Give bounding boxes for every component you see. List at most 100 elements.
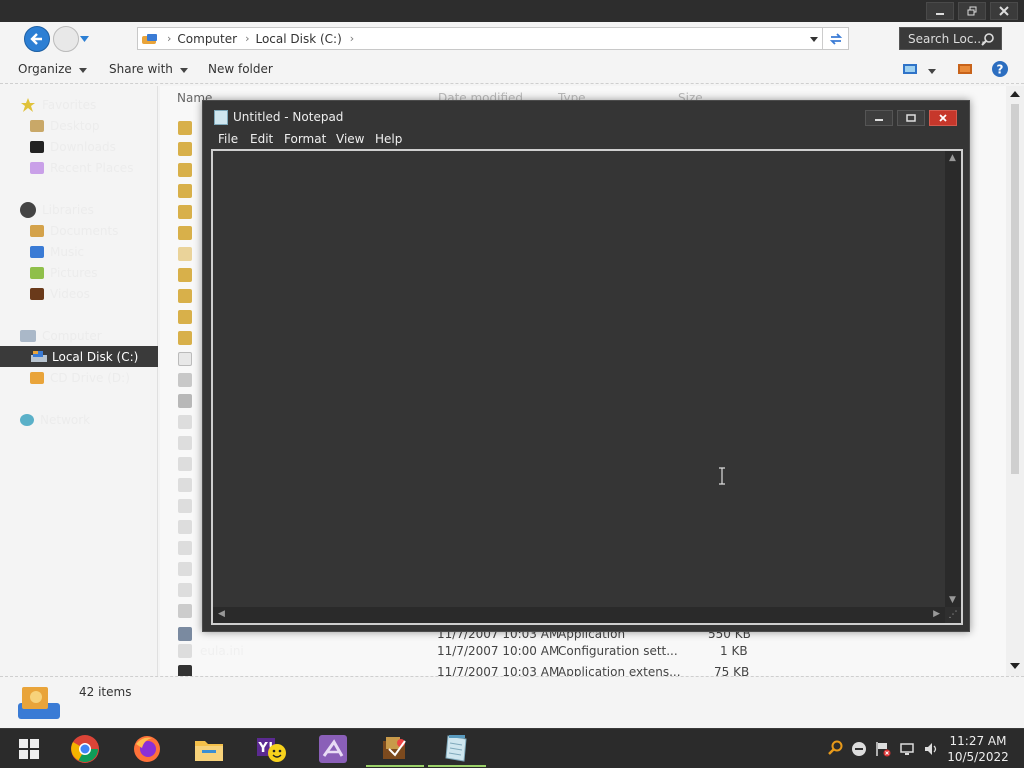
scrollbar-thumb[interactable] (1011, 104, 1019, 474)
scroll-up-icon[interactable]: ▲ (949, 153, 956, 163)
tray-action-center[interactable] (875, 741, 891, 761)
notepad-vertical-scrollbar[interactable]: ▲ ▼ (945, 151, 961, 607)
organize-button[interactable]: Organize (18, 62, 87, 76)
explorer-minimize-button[interactable] (926, 2, 954, 20)
start-button[interactable] (0, 731, 58, 767)
tray-search-app[interactable] (827, 740, 843, 760)
file-name: eula.ini (200, 644, 244, 658)
nav-documents[interactable]: Documents (0, 220, 158, 241)
refresh-icon[interactable] (828, 32, 844, 46)
taskbar-notepad[interactable] (428, 731, 486, 767)
notepad-icon (214, 110, 228, 125)
settings-file-icon (178, 499, 192, 513)
scroll-left-icon[interactable]: ◀ (218, 609, 225, 619)
notepad-close-button[interactable] (929, 110, 957, 126)
installer-icon (383, 737, 406, 759)
nav-label: Recent Places (50, 160, 134, 175)
explorer-close-button[interactable] (990, 2, 1018, 20)
nav-label: Desktop (50, 118, 100, 133)
chrome-icon (71, 735, 99, 763)
taskbar-chrome[interactable] (56, 731, 114, 767)
nav-desktop[interactable]: Desktop (0, 115, 158, 136)
nav-computer[interactable]: Computer (0, 325, 158, 346)
notepad-icon (445, 735, 467, 762)
notepad-window[interactable]: Untitled - Notepad File Edit Format View… (202, 100, 970, 632)
nav-downloads[interactable]: Downloads (0, 136, 158, 157)
share-with-button[interactable]: Share with (109, 62, 188, 76)
taskbar-installer-app[interactable] (366, 731, 424, 767)
table-row[interactable]: eula.ini 11/7/2007 10:00 AM Configuratio… (160, 641, 1006, 661)
tray-network[interactable] (899, 741, 915, 761)
new-folder-button[interactable]: New folder (208, 62, 273, 76)
menu-edit[interactable]: Edit (250, 132, 273, 146)
nav-music[interactable]: Music (0, 241, 158, 262)
scroll-down-icon[interactable]: ▼ (949, 595, 956, 605)
music-icon (30, 245, 44, 258)
file-list-scrollbar[interactable] (1006, 86, 1024, 676)
pictures-icon (30, 266, 44, 279)
back-button[interactable] (24, 26, 50, 52)
menu-help[interactable]: Help (375, 132, 402, 146)
notepad-horizontal-scrollbar[interactable]: ◀ ▶ (213, 607, 945, 623)
help-icon: ? (992, 61, 1008, 77)
status-bar: 42 items (0, 676, 1024, 728)
nav-pictures[interactable]: Pictures (0, 262, 158, 283)
notepad-minimize-button[interactable] (865, 110, 893, 126)
restore-icon (967, 6, 977, 16)
notepad-text-area[interactable]: ▲ ▼ ◀ ▶ ⋰ (211, 149, 963, 625)
settings-file-icon (178, 541, 192, 555)
notepad-menubar: File Edit Format View Help (211, 129, 963, 149)
settings-file-icon (178, 604, 192, 618)
search-input[interactable]: Search Loc... (899, 27, 1002, 50)
chevron-down-icon[interactable] (80, 36, 89, 42)
preview-pane-button[interactable] (957, 62, 973, 79)
menu-format[interactable]: Format (284, 132, 326, 146)
taskbar-clock[interactable]: 11:27 AM 10/5/2022 (940, 733, 1016, 765)
notepad-maximize-button[interactable] (897, 110, 925, 126)
help-button[interactable]: ? (991, 60, 1009, 81)
nav-videos[interactable]: Videos (0, 283, 158, 304)
address-bar[interactable]: › Computer › Local Disk (C:) › (137, 27, 849, 50)
taskbar-file-explorer[interactable] (180, 731, 238, 767)
svg-text:?: ? (997, 63, 1004, 77)
address-separator: › (167, 32, 172, 45)
table-row[interactable]: 11/7/2007 10:03 AM Application extens...… (160, 662, 1006, 676)
menu-view[interactable]: View (336, 132, 364, 146)
view-options-button[interactable] (902, 63, 936, 78)
taskbar-visual-studio[interactable] (304, 731, 362, 767)
forward-button[interactable] (53, 26, 79, 52)
address-dropdown-icon[interactable] (810, 37, 818, 42)
organize-label: Organize (18, 62, 72, 76)
libraries-icon (20, 201, 36, 218)
clock-date: 10/5/2022 (947, 750, 1009, 764)
chevron-down-icon (179, 68, 188, 73)
folder-icon (178, 289, 192, 303)
nav-recent-places[interactable]: Recent Places (0, 157, 158, 178)
taskbar-yahoo-messenger[interactable]: Y! (242, 731, 300, 767)
network-icon (900, 743, 914, 755)
address-segment-computer[interactable]: Computer (177, 32, 237, 46)
locked-folder-icon (178, 268, 192, 282)
folder-icon (178, 310, 192, 324)
explorer-restore-button[interactable] (958, 2, 986, 20)
scroll-down-icon[interactable] (1010, 662, 1020, 670)
nav-label: CD Drive (D:) (50, 370, 130, 385)
taskbar-firefox[interactable] (118, 731, 176, 767)
resize-grip-icon[interactable]: ⋰ (945, 607, 961, 623)
nav-local-disk[interactable]: Local Disk (C:) (0, 346, 158, 367)
settings-file-icon (178, 644, 192, 658)
scroll-right-icon[interactable]: ▶ (933, 609, 940, 619)
scroll-up-icon[interactable] (1010, 90, 1020, 98)
clock-time: 11:27 AM (949, 734, 1007, 748)
nav-libraries[interactable]: Libraries (0, 199, 158, 220)
nav-cd-drive[interactable]: CD Drive (D:) (0, 367, 158, 388)
search-icon[interactable] (981, 32, 995, 46)
tray-volume[interactable] (923, 741, 939, 761)
locked-folder-icon (178, 121, 192, 135)
address-segment-local-disk[interactable]: Local Disk (C:) (255, 32, 341, 46)
nav-network[interactable]: Network (0, 409, 158, 430)
nav-favorites[interactable]: Favorites (0, 94, 158, 115)
tray-status[interactable] (851, 741, 867, 761)
nav-label: Computer (42, 328, 102, 343)
menu-file[interactable]: File (218, 132, 238, 146)
